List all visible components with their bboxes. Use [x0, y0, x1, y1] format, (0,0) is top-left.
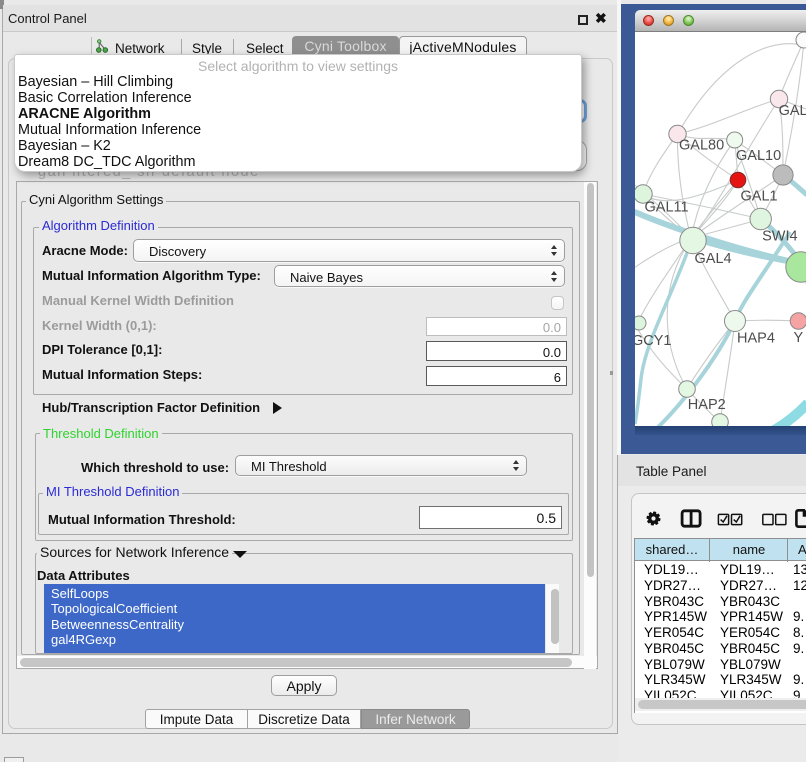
- svg-text:SWI4: SWI4: [762, 229, 797, 245]
- svg-text:GAL2: GAL2: [779, 103, 806, 119]
- svg-text:GAL80: GAL80: [679, 138, 724, 154]
- svg-text:HAP2: HAP2: [688, 397, 726, 413]
- svg-text:GAL4: GAL4: [695, 251, 732, 267]
- svg-text:GCY1: GCY1: [635, 333, 672, 349]
- svg-text:GAL1: GAL1: [741, 188, 778, 204]
- svg-text:Y: Y: [794, 330, 804, 346]
- svg-text:GAL11: GAL11: [645, 200, 689, 216]
- svg-text:HAP4: HAP4: [737, 331, 775, 347]
- svg-text:GAL10: GAL10: [736, 148, 781, 164]
